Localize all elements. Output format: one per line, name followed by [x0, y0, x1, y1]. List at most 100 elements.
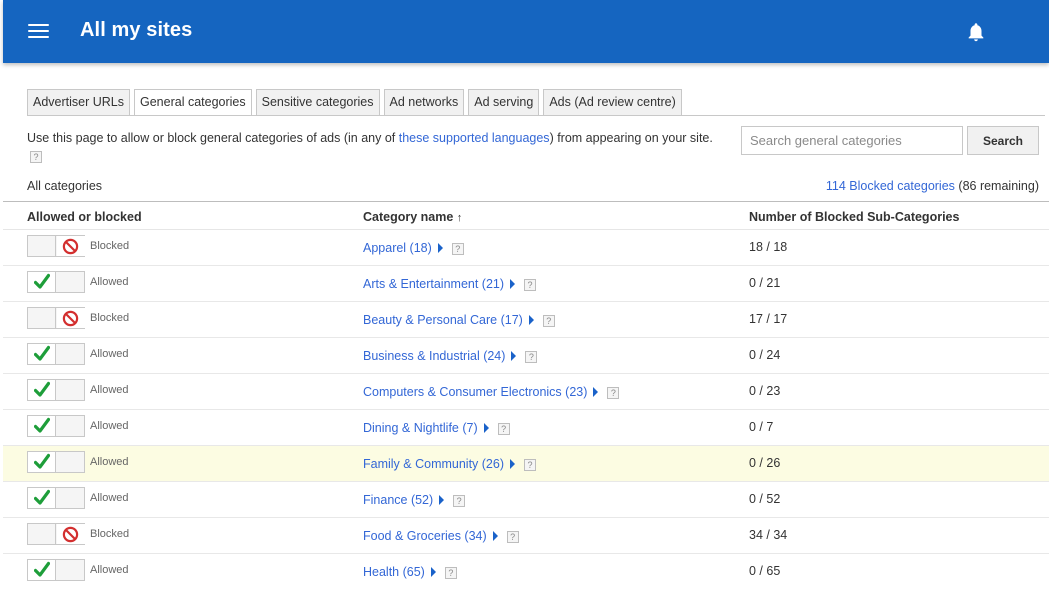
- table-row: Blocked Apparel (18)? 18 / 18: [3, 230, 1049, 266]
- blocked-subcategory-count: 0 / 23: [749, 384, 781, 398]
- allow-toggle-half[interactable]: [28, 380, 56, 400]
- bell-icon[interactable]: [965, 20, 987, 44]
- description-text-end: ) from appearing on your site.: [549, 131, 713, 145]
- category-name: Arts & Entertainment (21)?: [363, 277, 537, 291]
- allow-block-toggle[interactable]: [27, 559, 85, 581]
- allow-toggle-half[interactable]: [28, 488, 56, 508]
- column-header-category-name[interactable]: Category name ↑: [363, 210, 462, 224]
- block-toggle-half[interactable]: [57, 524, 85, 544]
- block-toggle-half[interactable]: [57, 344, 85, 364]
- block-toggle-half[interactable]: [57, 560, 85, 580]
- expand-caret-icon[interactable]: [528, 315, 534, 325]
- blocked-subcategory-count: 0 / 26: [749, 456, 781, 470]
- category-link[interactable]: Dining & Nightlife (7): [363, 421, 478, 435]
- expand-caret-icon[interactable]: [510, 459, 515, 469]
- block-toggle-half[interactable]: [57, 380, 85, 400]
- search-button[interactable]: Search: [967, 126, 1039, 155]
- category-link[interactable]: Finance (52): [363, 493, 433, 507]
- allow-toggle-half[interactable]: [28, 236, 56, 256]
- allow-toggle-half[interactable]: [28, 416, 56, 436]
- category-link[interactable]: Business & Industrial (24): [363, 349, 505, 363]
- description-text-start: Use this page to allow or block general …: [27, 131, 399, 145]
- status-label: Allowed: [90, 384, 129, 396]
- expand-caret-icon[interactable]: [593, 387, 599, 397]
- status-label: Allowed: [90, 564, 129, 576]
- allow-toggle-half[interactable]: [28, 344, 56, 364]
- category-link[interactable]: Beauty & Personal Care (17): [363, 313, 523, 327]
- allow-block-toggle[interactable]: [27, 343, 85, 365]
- allow-toggle-half[interactable]: [28, 272, 56, 292]
- column-header-category-name-label: Category name: [363, 210, 454, 224]
- tab-general-categories[interactable]: General categories: [134, 89, 252, 116]
- remaining-count: (86 remaining): [958, 179, 1039, 193]
- search-input[interactable]: [741, 126, 963, 155]
- tab-sensitive-categories[interactable]: Sensitive categories: [255, 89, 380, 115]
- table-row: Blocked Food & Groceries (34)? 34 / 34: [3, 518, 1049, 554]
- blocked-categories-link[interactable]: 114 Blocked categories: [826, 179, 955, 193]
- allow-block-toggle[interactable]: [27, 235, 85, 257]
- block-toggle-half[interactable]: [57, 272, 85, 292]
- status-label: Allowed: [90, 348, 129, 360]
- category-link[interactable]: Computers & Consumer Electronics (23): [363, 385, 587, 399]
- supported-languages-link[interactable]: these supported languages: [399, 131, 550, 145]
- block-toggle-half[interactable]: [57, 488, 85, 508]
- help-icon[interactable]: ?: [444, 566, 457, 579]
- page-title: All my sites: [80, 19, 193, 41]
- help-icon[interactable]: ?: [525, 350, 538, 363]
- tab-ads-review-centre[interactable]: Ads (Ad review centre): [543, 89, 682, 115]
- help-icon[interactable]: ?: [451, 242, 464, 255]
- status-label: Blocked: [90, 312, 130, 324]
- category-name: Family & Community (26)?: [363, 457, 536, 471]
- allow-toggle-half[interactable]: [28, 524, 56, 544]
- expand-caret-icon[interactable]: [430, 567, 436, 577]
- tab-ad-networks[interactable]: Ad networks: [383, 89, 465, 115]
- category-link[interactable]: Apparel (18): [363, 241, 432, 255]
- table-row: Allowed Business & Industrial (24)? 0 / 24: [3, 338, 1049, 374]
- allow-block-toggle[interactable]: [27, 415, 85, 437]
- allow-block-toggle[interactable]: [27, 487, 85, 509]
- allow-block-toggle[interactable]: [27, 307, 85, 329]
- status-label: Blocked: [90, 528, 130, 540]
- help-icon[interactable]: ?: [506, 530, 519, 543]
- help-icon[interactable]: ?: [453, 494, 466, 507]
- tab-advertiser-urls[interactable]: Advertiser URLs: [27, 89, 130, 115]
- block-toggle-half[interactable]: [57, 452, 85, 472]
- blocked-subcategory-count: 18 / 18: [749, 240, 788, 254]
- tab-ad-serving[interactable]: Ad serving: [468, 89, 540, 115]
- category-name: Food & Groceries (34)?: [363, 529, 519, 543]
- help-icon[interactable]: ?: [542, 314, 555, 327]
- help-icon[interactable]: ?: [607, 386, 620, 399]
- allow-block-toggle[interactable]: [27, 523, 85, 545]
- block-toggle-half[interactable]: [57, 308, 85, 328]
- help-icon[interactable]: ?: [497, 422, 510, 435]
- allow-toggle-half[interactable]: [28, 560, 56, 580]
- expand-caret-icon[interactable]: [439, 495, 445, 505]
- category-link[interactable]: Health (65): [363, 565, 425, 579]
- category-link[interactable]: Food & Groceries (34): [363, 529, 487, 543]
- expand-caret-icon[interactable]: [492, 531, 498, 541]
- app-bar: All my sites: [3, 0, 1049, 63]
- allow-block-toggle[interactable]: [27, 379, 85, 401]
- status-label: Allowed: [90, 420, 129, 432]
- expand-caret-icon[interactable]: [483, 423, 489, 433]
- expand-caret-icon[interactable]: [510, 279, 516, 289]
- allow-block-toggle[interactable]: [27, 451, 85, 473]
- block-toggle-half[interactable]: [57, 416, 85, 436]
- category-link[interactable]: Family & Community (26): [363, 457, 504, 471]
- column-header-blocked-count: Number of Blocked Sub-Categories: [749, 210, 960, 224]
- blocked-subcategory-count: 0 / 7: [749, 420, 774, 434]
- allow-toggle-half[interactable]: [28, 308, 56, 328]
- allow-block-toggle[interactable]: [27, 271, 85, 293]
- hamburger-menu-icon[interactable]: [28, 24, 49, 39]
- status-label: Blocked: [90, 240, 130, 252]
- block-toggle-half[interactable]: [57, 236, 85, 256]
- help-icon[interactable]: ?: [30, 150, 42, 163]
- category-link[interactable]: Arts & Entertainment (21): [363, 277, 504, 291]
- sort-ascending-icon: ↑: [456, 212, 463, 224]
- help-icon[interactable]: ?: [524, 278, 537, 291]
- allow-toggle-half[interactable]: [28, 452, 56, 472]
- expand-caret-icon[interactable]: [511, 351, 517, 361]
- expand-caret-icon[interactable]: [437, 243, 443, 253]
- help-icon[interactable]: ?: [524, 458, 536, 471]
- table-row: Allowed Computers & Consumer Electronics …: [3, 374, 1049, 410]
